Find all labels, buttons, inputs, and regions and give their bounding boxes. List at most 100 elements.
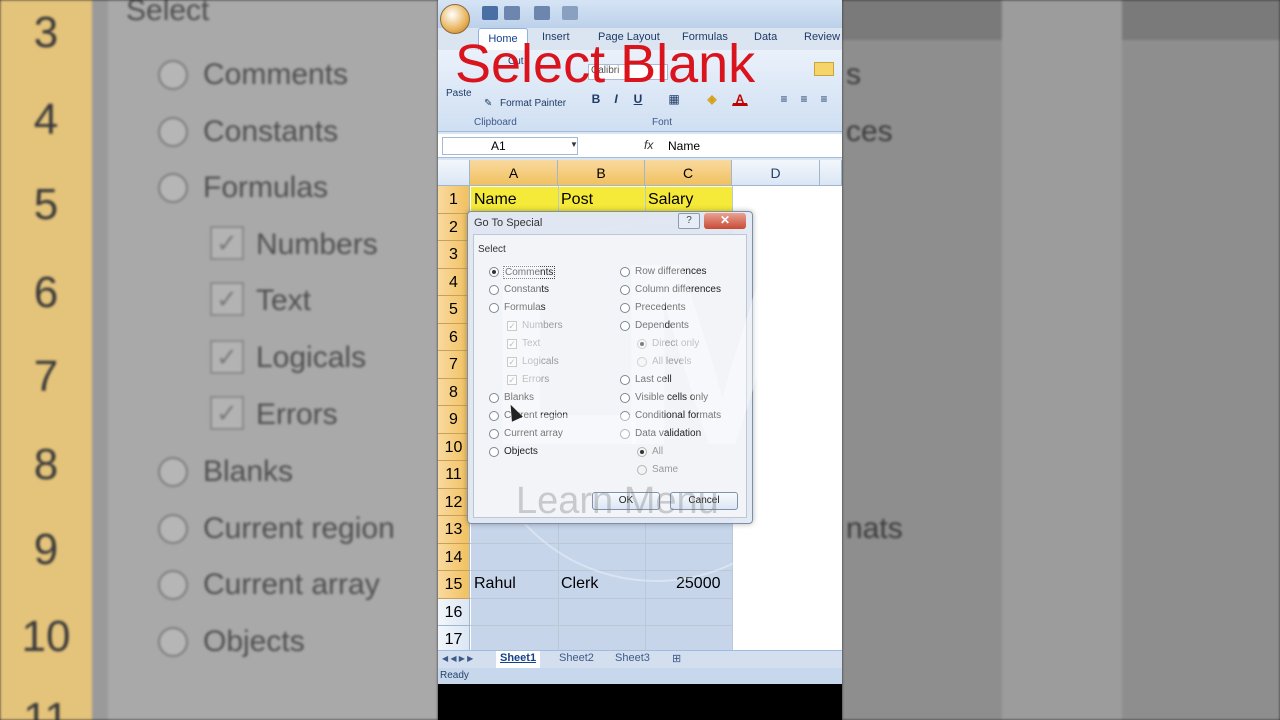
align-right-icon[interactable]: ≡	[816, 90, 832, 106]
sheet-nav-icon[interactable]: ◀ ◀ ▶ ▶	[442, 654, 473, 663]
row-header[interactable]: 2	[438, 213, 470, 241]
bg-row-number: 9	[33, 525, 59, 574]
title-bar	[438, 0, 842, 34]
bg-fragment: s	[846, 58, 861, 91]
bg-row-number: 10	[21, 612, 71, 661]
background-zoom-left: 3 4 5 6 7 8 9 10 11 Select Comments Cons…	[0, 0, 438, 720]
row-header[interactable]: 8	[438, 378, 470, 406]
bg-row-number: 4	[33, 95, 59, 144]
grid-line	[470, 598, 732, 599]
row-header[interactable]: 6	[438, 323, 470, 351]
name-box[interactable]: A1	[442, 137, 578, 155]
cell-c1[interactable]: Salary	[648, 191, 693, 209]
select-all-corner[interactable]	[438, 160, 470, 186]
bg-radio	[158, 173, 188, 203]
bg-option-label: Objects	[203, 625, 305, 658]
bg-radio	[158, 117, 188, 147]
bg-option-label: Text	[256, 284, 312, 317]
insert-function-button[interactable]: fx	[644, 138, 653, 152]
row-header[interactable]: 4	[438, 268, 470, 296]
wrap-text-icon[interactable]	[814, 62, 834, 76]
bg-checkbox: ✓	[210, 282, 244, 316]
font-group-label: Font	[652, 117, 673, 128]
bg-radio	[158, 514, 188, 544]
row-header[interactable]: 1	[438, 186, 470, 214]
row-header[interactable]: 3	[438, 241, 470, 269]
formula-input[interactable]: Name	[668, 139, 700, 153]
bg-row-number: 3	[33, 8, 59, 57]
redo-icon[interactable]	[534, 6, 550, 20]
row-header[interactable]: 14	[438, 543, 470, 571]
watermark-text: Learn Menu	[516, 480, 719, 522]
align-center-icon[interactable]: ≡	[796, 90, 812, 106]
column-header[interactable]: B	[558, 160, 645, 186]
background-zoom-right: s ces nats	[842, 0, 1280, 720]
row-header[interactable]: 10	[438, 433, 470, 461]
sheet-tab-2[interactable]: Sheet2	[559, 652, 594, 664]
bg-fragment: ces	[846, 115, 893, 148]
video-frame: 3 4 5 6 7 8 9 10 11 Select Comments Cons…	[0, 0, 1280, 720]
bg-radio	[158, 570, 188, 600]
sheet-tab-bar: ◀ ◀ ▶ ▶ Sheet1 Sheet2 Sheet3 ⊞	[438, 650, 842, 668]
bg-checkbox: ✓	[210, 396, 244, 430]
row-header[interactable]: 12	[438, 488, 470, 516]
column-header[interactable]: C	[645, 160, 732, 186]
insert-sheet-icon[interactable]: ⊞	[672, 652, 681, 665]
column-header[interactable]: D	[732, 160, 820, 186]
bg-select-heading: Select	[126, 0, 210, 27]
bg-option-label: Errors	[256, 398, 338, 431]
cell-b1[interactable]: Post	[561, 191, 593, 209]
cell-a15[interactable]: Rahul	[474, 575, 516, 593]
sheet-tab-1[interactable]: Sheet1	[496, 651, 541, 668]
bg-option-label: Numbers	[256, 228, 378, 261]
bg-option-label: Blanks	[203, 455, 294, 488]
column-header[interactable]: A	[470, 160, 558, 186]
row-header[interactable]: 5	[438, 296, 470, 324]
grid-line	[470, 625, 732, 626]
row-header[interactable]: 15	[438, 571, 470, 599]
bg-option-label: Logicals	[256, 341, 367, 374]
bg-option-label: Comments	[203, 58, 349, 91]
bg-row-number: 8	[33, 440, 59, 489]
bg-row-number: 6	[33, 268, 59, 317]
status-bar: Ready	[438, 668, 842, 684]
cell-b15[interactable]: Clerk	[561, 575, 598, 593]
bg-checkbox: ✓	[210, 340, 244, 374]
bg-option-label: Current array	[203, 568, 380, 601]
clipboard-group-label: Clipboard	[474, 117, 517, 128]
undo-icon[interactable]	[504, 6, 520, 20]
bg-radio	[158, 627, 188, 657]
tab-data[interactable]: Data	[754, 31, 777, 43]
bg-option-label: Current region	[203, 512, 395, 545]
row-header[interactable]: 16	[438, 598, 470, 626]
bg-radio	[158, 457, 188, 487]
bg-row-number: 5	[33, 180, 59, 229]
bg-option-label: Formulas	[203, 171, 329, 204]
cell-a1[interactable]: Name	[474, 191, 517, 209]
formula-bar: A1 ▼ fx Name	[438, 134, 842, 158]
bg-option-label: Constants	[203, 115, 339, 148]
chevron-down-icon[interactable]: ▼	[570, 140, 578, 149]
row-header[interactable]: 11	[438, 461, 470, 489]
bg-dialog-panel: Select Comments Constants Formulas ✓ Num…	[108, 0, 438, 720]
align-left-icon[interactable]: ≡	[776, 90, 792, 106]
bg-checkbox: ✓	[210, 226, 244, 260]
format-painter-icon[interactable]: ✎	[484, 98, 492, 109]
status-text: Ready	[440, 670, 469, 681]
row-header[interactable]: 7	[438, 351, 470, 379]
save-icon[interactable]	[482, 6, 498, 20]
watermark-logo: LM	[485, 210, 830, 500]
row-header[interactable]: 9	[438, 406, 470, 434]
column-header-partial[interactable]	[820, 160, 842, 186]
bg-radio	[158, 60, 188, 90]
format-painter-button[interactable]: Format Painter	[500, 98, 566, 109]
print-preview-icon[interactable]	[562, 6, 578, 20]
bg-fragment: nats	[846, 512, 903, 545]
bg-column	[1002, 0, 1122, 720]
bg-row-number: 11	[23, 694, 69, 720]
overlay-caption: Select Blank	[455, 34, 756, 94]
taskbar	[438, 684, 842, 720]
row-header[interactable]: 13	[438, 516, 470, 544]
sheet-tab-3[interactable]: Sheet3	[615, 652, 650, 664]
tab-review[interactable]: Review	[804, 31, 840, 43]
